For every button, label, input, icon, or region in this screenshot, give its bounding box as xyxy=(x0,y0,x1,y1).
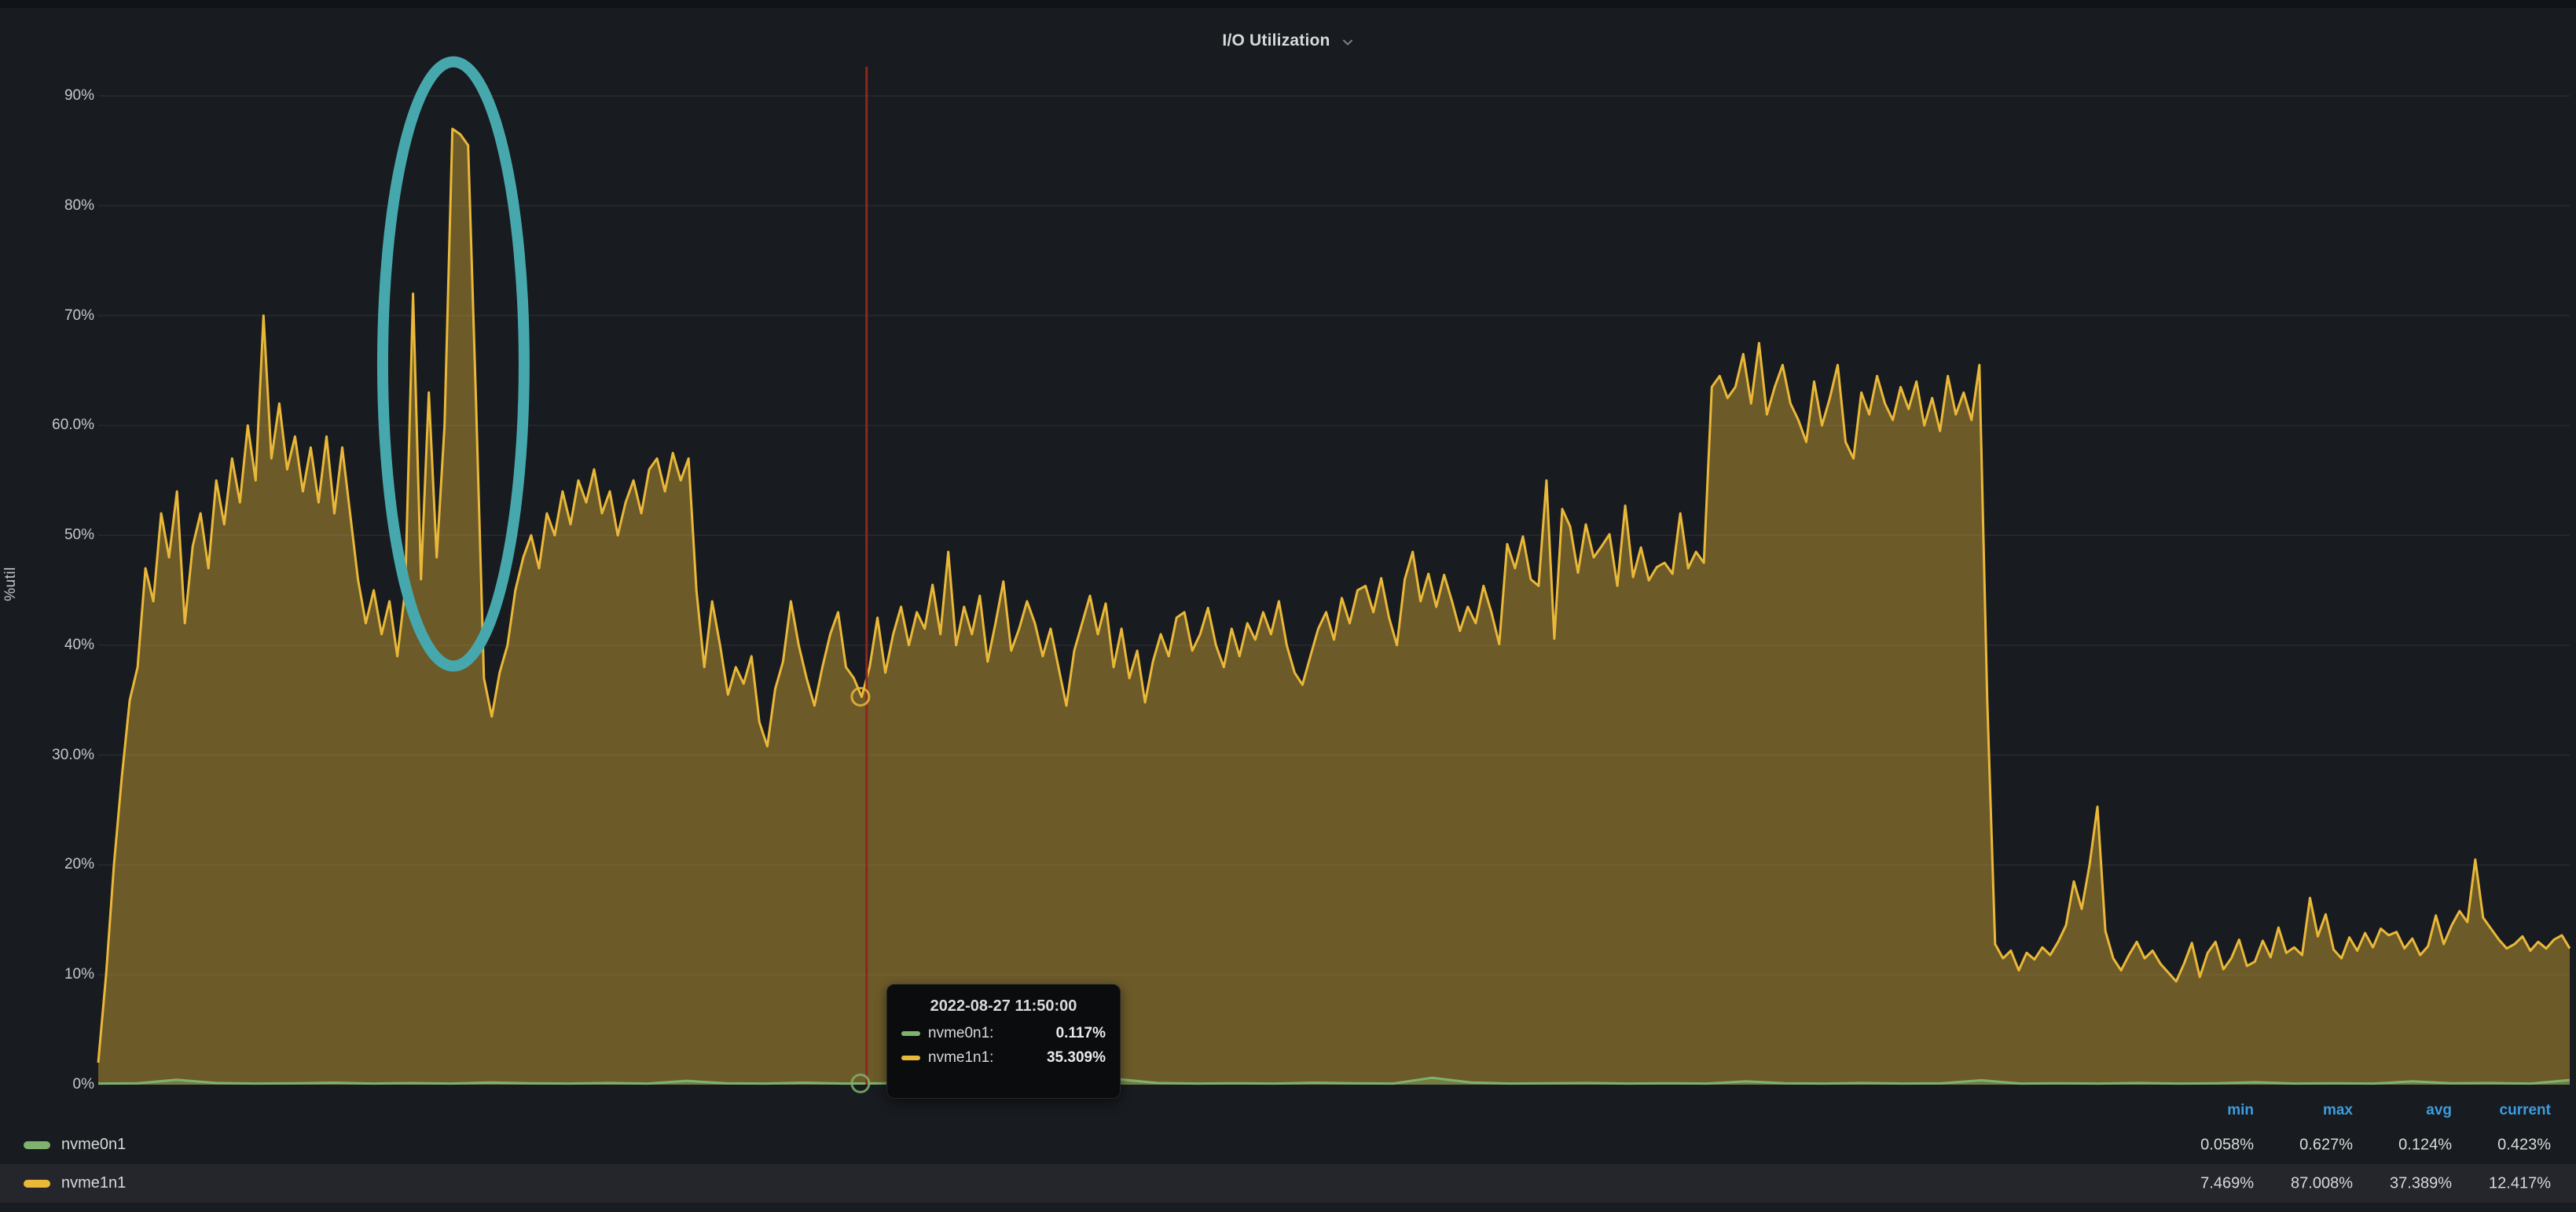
legend-stat-max: 87.008% xyxy=(2251,1174,2353,1192)
legend-stat-max: 0.627% xyxy=(2251,1136,2353,1154)
legend-header-max[interactable]: max xyxy=(2251,1102,2353,1119)
panel-title[interactable]: I/O Utilization xyxy=(1222,31,1330,50)
tooltip-series-label: nvme1n1: xyxy=(928,1049,993,1067)
y-tick-label: 90% xyxy=(8,87,94,105)
chart-svg[interactable] xyxy=(98,67,2570,1085)
y-tick-label: 50% xyxy=(8,527,94,544)
legend-header-avg[interactable]: avg xyxy=(2350,1102,2452,1119)
tooltip-row-nvme1n1: nvme1n1:35.309% xyxy=(901,1049,1106,1067)
legend-stat-avg: 0.124% xyxy=(2350,1136,2452,1154)
legend-headers: minmaxavgcurrent xyxy=(0,1099,2576,1126)
tooltip-row-nvme0n1: nvme0n1:0.117% xyxy=(901,1025,1106,1042)
y-axis-label: %util xyxy=(2,567,20,601)
legend-row-nvme0n1[interactable]: nvme0n1 0.058%0.627%0.124%0.423% xyxy=(0,1126,2576,1164)
legend-rows: nvme0n1 0.058%0.627%0.124%0.423% nvme1n1 7.… xyxy=(0,1126,2576,1203)
tooltip-series-label: nvme0n1: xyxy=(928,1025,993,1042)
legend-stat-min: 7.469% xyxy=(2152,1174,2254,1192)
legend-header-current[interactable]: current xyxy=(2449,1102,2551,1119)
grafana-panel-screenshot: I/O Utilization %util 90% 80% 70% 60.0% 50% 4… xyxy=(0,0,2576,1212)
legend-stat-min: 0.058% xyxy=(2152,1136,2254,1154)
legend-stat-avg: 37.389% xyxy=(2350,1174,2452,1192)
io-utilization-chart[interactable] xyxy=(98,67,2570,1085)
y-tick-label: 20% xyxy=(8,856,94,873)
y-tick-label: 10% xyxy=(8,966,94,983)
series-color-swatch xyxy=(901,1056,920,1060)
legend-table: minmaxavgcurrent nvme0n1 0.058%0.627%0.12… xyxy=(0,1099,2576,1203)
legend-stat-current: 12.417% xyxy=(2449,1174,2551,1192)
tooltip-rows: nvme0n1:0.117%nvme1n1:35.309% xyxy=(901,1025,1106,1067)
tooltip-timestamp: 2022-08-27 11:50:00 xyxy=(901,997,1106,1016)
y-tick-label: 70% xyxy=(8,307,94,325)
legend-series-name[interactable]: nvme0n1 xyxy=(61,1136,126,1154)
chart-tooltip: 2022-08-27 11:50:00 nvme0n1:0.117%nvme1n… xyxy=(886,984,1121,1099)
y-tick-label: 40% xyxy=(8,637,94,654)
tooltip-series-value: 35.309% xyxy=(993,1049,1106,1067)
legend-series-name[interactable]: nvme1n1 xyxy=(61,1174,126,1192)
y-tick-label: 60.0% xyxy=(8,417,94,434)
y-tick-label: 30.0% xyxy=(8,747,94,764)
series-color-swatch[interactable] xyxy=(24,1141,50,1149)
series-color-swatch xyxy=(901,1031,920,1036)
y-tick-label: 0% xyxy=(8,1076,94,1093)
io-utilization-panel: I/O Utilization %util 90% 80% 70% 60.0% 50% 4… xyxy=(0,8,2576,1212)
y-tick-label: 80% xyxy=(8,197,94,215)
chevron-down-icon xyxy=(1341,36,1354,49)
series-color-swatch[interactable] xyxy=(24,1180,50,1188)
legend-header-min[interactable]: min xyxy=(2152,1102,2254,1119)
legend-row-nvme1n1[interactable]: nvme1n1 7.469%87.008%37.389%12.417% xyxy=(0,1164,2576,1203)
series-fill-nvme1n1 xyxy=(98,129,2570,1085)
tooltip-series-value: 0.117% xyxy=(993,1025,1106,1042)
legend-stat-current: 0.423% xyxy=(2449,1136,2551,1154)
panel-header[interactable]: I/O Utilization xyxy=(0,24,2576,58)
